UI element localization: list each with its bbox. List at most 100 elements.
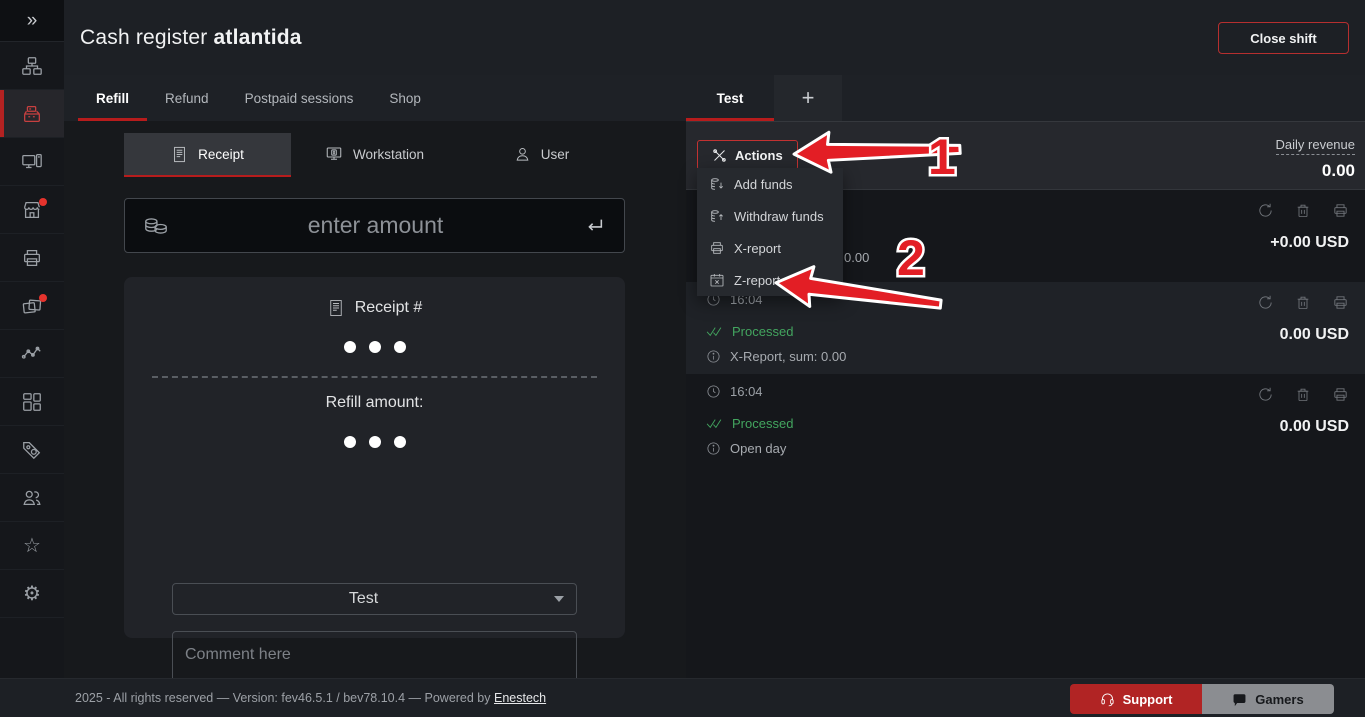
network-icon [22, 56, 42, 75]
stats-icon [21, 346, 41, 359]
amount-field-wrap [124, 198, 625, 253]
headset-icon [1101, 693, 1114, 706]
menu-item-label: Withdraw funds [734, 208, 824, 224]
close-shift-button[interactable]: Close shift [1218, 22, 1349, 54]
transaction-status: Processed [732, 416, 794, 431]
add-tab-button[interactable]: + [774, 75, 842, 121]
clock-icon [707, 385, 720, 398]
collapse-sidebar-icon: » [26, 9, 38, 31]
subtab-user[interactable]: User [458, 133, 625, 175]
transaction-note: X-Report, sum: 0.00 [730, 349, 847, 364]
cash-register-icon [24, 105, 40, 122]
subtab-user-label: User [540, 146, 570, 162]
tools-icon [713, 148, 726, 162]
gamers-button[interactable]: Gamers [1202, 684, 1334, 714]
coins-icon [145, 217, 167, 234]
tab-test[interactable]: Test [686, 75, 774, 121]
sidebar-item-shop[interactable] [0, 186, 64, 234]
menu-item-label: X-report [734, 240, 781, 256]
transaction-status: Processed [732, 324, 794, 339]
menu-item-add-funds[interactable]: Add funds [697, 168, 843, 200]
menu-item-z-report[interactable]: Z-report [697, 264, 843, 296]
support-button[interactable]: Support [1070, 684, 1202, 714]
payment-target-select[interactable]: Test [172, 583, 577, 615]
chat-icon [1233, 693, 1246, 706]
app-root: » ☆ ⚙ Cash register atlantida Close shif… [0, 0, 1365, 717]
collapse-sidebar-button[interactable]: » [0, 0, 64, 42]
sidebar-item-settings[interactable]: ⚙ [0, 570, 64, 618]
tab-shop[interactable]: Shop [371, 75, 439, 121]
refill-amount-loading-dots [124, 436, 625, 448]
sidebar-item-network[interactable] [0, 42, 64, 90]
transaction-amount: +0.00 USD [1270, 234, 1349, 251]
print-icon[interactable] [1332, 294, 1349, 311]
sidebar-item-users[interactable] [0, 474, 64, 522]
enter-key-icon[interactable] [582, 215, 606, 237]
header: Cash register atlantida Close shift [64, 0, 1365, 75]
dashboard-icon [23, 392, 41, 411]
trash-icon[interactable] [1295, 294, 1311, 311]
print-icon[interactable] [1332, 202, 1349, 219]
actions-button[interactable]: Actions [697, 140, 798, 170]
printer-icon [24, 249, 40, 266]
receipt-title: Receipt # [354, 299, 423, 316]
amount-input[interactable] [169, 212, 582, 239]
printer-icon [711, 242, 723, 254]
subtab-workstation-label: Workstation [352, 146, 425, 162]
print-icon[interactable] [1332, 386, 1349, 403]
menu-item-label: Z-report [734, 272, 781, 288]
coins-up-icon [711, 210, 723, 222]
transaction-actions [1257, 202, 1349, 219]
transaction-actions [1257, 386, 1349, 403]
daily-revenue-label[interactable]: Daily revenue [1275, 137, 1355, 155]
double-check-icon [706, 419, 722, 429]
sidebar-item-dashboard[interactable] [0, 378, 64, 426]
refill-amount-label: Refill amount: [325, 394, 424, 411]
tab-refill[interactable]: Refill [78, 75, 148, 121]
subtab-receipt[interactable]: Receipt [124, 133, 291, 177]
sidebar-item-workstations[interactable] [0, 138, 64, 186]
receipt-icon [174, 146, 186, 162]
trash-icon[interactable] [1295, 202, 1311, 219]
tab-refund[interactable]: Refund [147, 75, 227, 121]
refresh-icon[interactable] [1257, 386, 1274, 403]
workstation-dollar-icon [326, 147, 342, 160]
trash-icon[interactable] [1295, 386, 1311, 403]
dashed-separator [152, 376, 597, 378]
menu-item-x-report[interactable]: X-report [697, 232, 843, 264]
footer-copyright-text: 2025 - All rights reserved — Version: fe… [75, 691, 494, 705]
sidebar-item-stats[interactable] [0, 330, 64, 378]
sidebar-item-favorites[interactable]: ☆ [0, 522, 64, 570]
menu-item-withdraw-funds[interactable]: Withdraw funds [697, 200, 843, 232]
transaction-time-line: 16:04 [706, 384, 763, 399]
subtab-receipt-label: Receipt [198, 146, 244, 162]
coins-down-icon [711, 178, 723, 190]
subtab-workstation[interactable]: Workstation [291, 133, 458, 175]
daily-revenue: Daily revenue 0.00 [1275, 136, 1355, 181]
sidebar-item-printer[interactable] [0, 234, 64, 282]
refresh-icon[interactable] [1257, 294, 1274, 311]
page-title: Cash register atlantida [80, 26, 302, 50]
sidebar-item-cash-register[interactable] [0, 90, 64, 138]
receipt-preview-card: Receipt # Refill amount: Test [124, 277, 625, 717]
page-title-regular: Cash register [80, 26, 214, 49]
transaction-amount: 0.00 USD [1279, 326, 1349, 343]
page-title-register-name: atlantida [213, 26, 302, 49]
sidebar-item-tariffs[interactable] [0, 426, 64, 474]
tabbar-right: Test + [686, 75, 1365, 121]
tab-postpaid-sessions[interactable]: Postpaid sessions [227, 75, 372, 121]
transaction-status-line: Processed [706, 324, 793, 339]
refresh-icon[interactable] [1257, 202, 1274, 219]
user-icon [516, 147, 529, 161]
comment-input[interactable] [172, 631, 577, 682]
sidebar: » ☆ ⚙ [0, 0, 64, 678]
enestech-link[interactable]: Enestech [494, 691, 546, 705]
daily-revenue-value: 0.00 [1321, 161, 1355, 180]
notification-dot [39, 294, 47, 302]
tabbar-left: Refill Refund Postpaid sessions Shop [64, 75, 686, 121]
workstations-icon [22, 153, 42, 168]
double-check-icon [706, 327, 722, 337]
footer-copyright: 2025 - All rights reserved — Version: fe… [75, 691, 546, 705]
transaction-amount: 0.00 USD [1279, 418, 1349, 435]
sidebar-item-copies[interactable] [0, 282, 64, 330]
